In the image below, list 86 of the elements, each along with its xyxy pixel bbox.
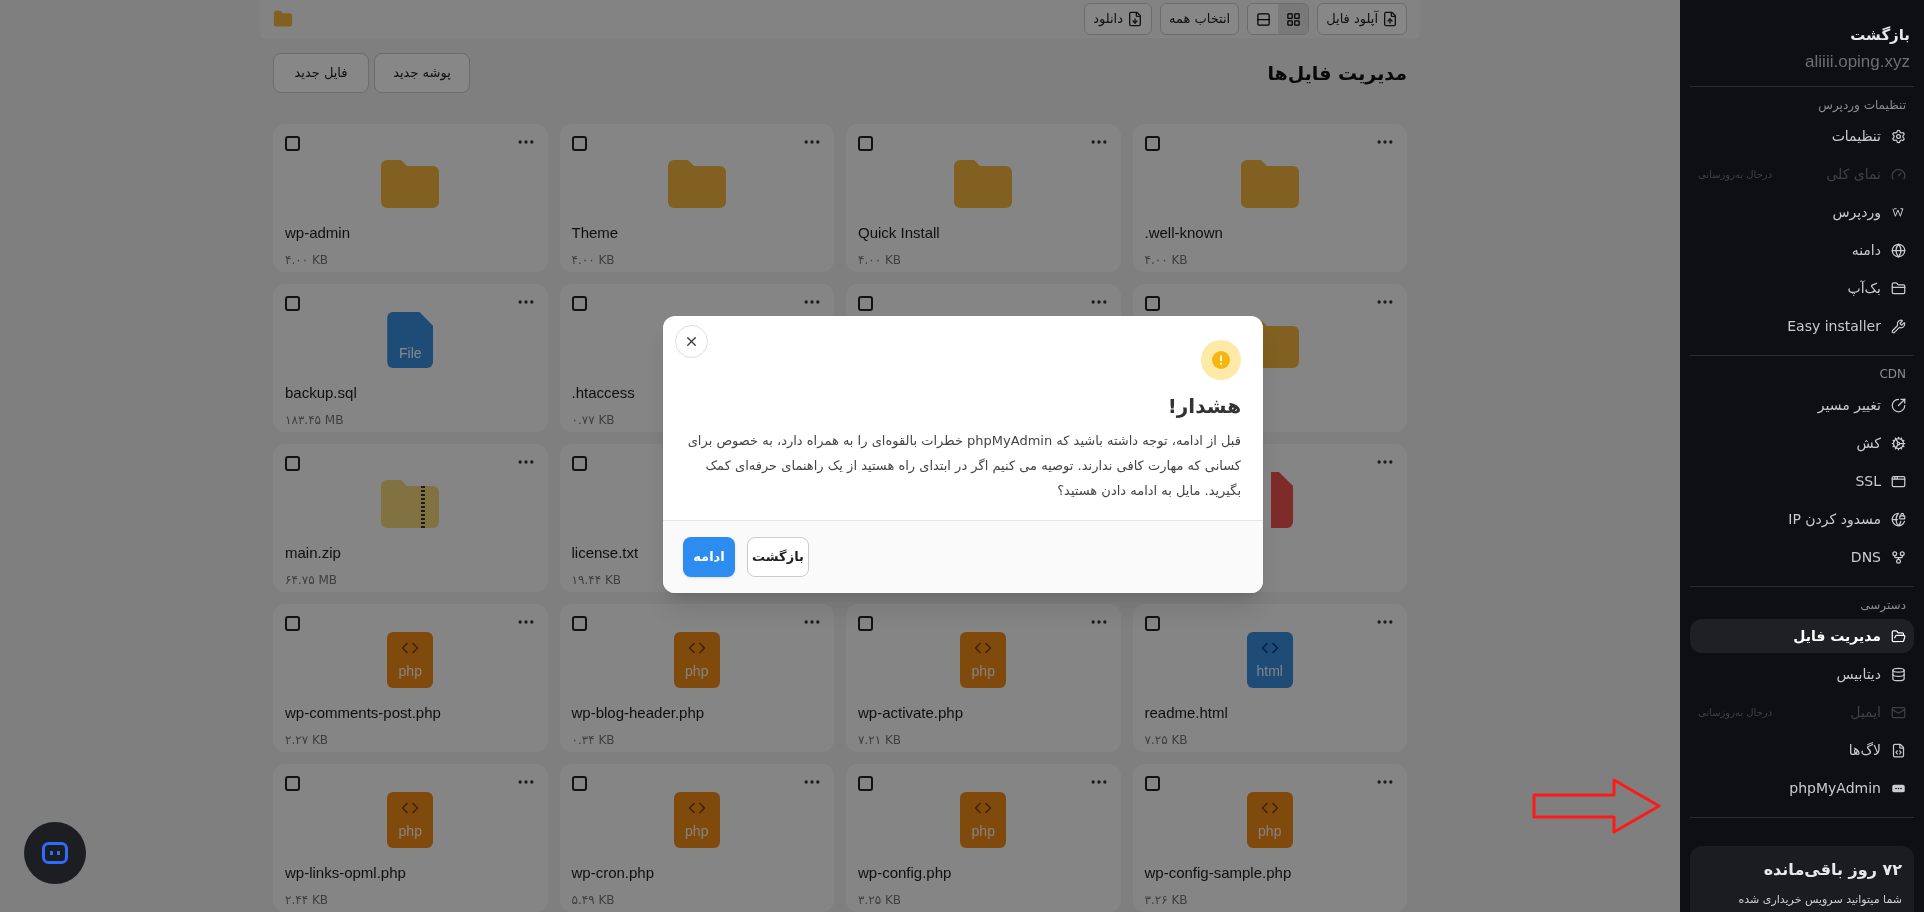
plan-text: شما میتوانید سرویس خریداری شده [1737,892,1902,908]
sidebar-item-label: phpMyAdmin [1789,778,1881,798]
file-size: ۳.۲۶ KB [1144,891,1188,909]
file-name: license.txt [571,543,639,563]
sidebar-item[interactable]: کش [1690,426,1914,460]
file-size: ۱۹.۴۴ KB [571,571,621,589]
file-name: Quick Install [858,223,940,243]
file-name: main.zip [285,543,341,563]
sidebar-item[interactable]: بک‌آپ [1690,271,1914,305]
sidebar-item-label: DNS [1850,547,1881,567]
back-link[interactable]: بازگشت [1850,24,1910,47]
file-size: ۶۴.۷۵ MB [285,571,337,589]
sidebar-item-label: وردپرس [1832,202,1881,223]
file-name: readme.html [1144,703,1228,723]
sidebar-item-label: تنظیمات [1831,126,1881,146]
file-size: ۱۸۳.۴۵ MB [285,411,344,429]
sidebar-item[interactable]: دامنه [1690,233,1914,267]
file-size: ۰.۷۷ KB [571,411,615,429]
php-file-icon: php [673,632,720,688]
file-size: ۴.۰۰ KB [571,251,615,269]
new-item-button[interactable]: پوشه جدید [374,53,470,93]
sidebar-item[interactable]: وردپرس [1690,195,1914,229]
file-name: wp-admin [285,223,351,243]
sidebar-item-label: SSL [1855,471,1881,491]
php-file-icon: php [960,792,1007,848]
file-name: .well-known [1144,223,1223,243]
file-size: ۳.۲۵ KB [858,891,902,909]
file-name: wp-blog-header.php [571,703,705,723]
sidebar-item[interactable]: phpMyAdmin [1690,771,1914,805]
sidebar-item[interactable]: DNS [1690,540,1914,574]
file-icon: File [387,312,434,368]
sidebar-item[interactable]: Easy installer [1690,309,1914,343]
file-name: wp-cron.php [571,863,655,883]
dialog-message: قبل از ادامه، توجه داشته باشید که phpMyAdmin خطرات بالقوه‌ای را به همراه دارد، به خصوص برای کسانی که مهارت کافی ندارند. توصیه می کنیم اگر در ابتدای راه هستید از یک راهنمای حرفه‌ای کمک بگیرید. مایل به ادامه دادن هستید؟ [686,432,1241,500]
php-file-icon: php [387,632,434,688]
php-file-icon: php [387,792,434,848]
sidebar-item[interactable]: مدیریت فایل [1690,619,1914,653]
file-size: ۷.۲۱ KB [858,731,902,749]
file-name: backup.sql [285,383,357,403]
file-name: .htaccess [571,383,635,403]
sidebar-item-label: تغییر مسیر [1817,395,1881,416]
sidebar-item-label: مسدود کردن IP [1788,509,1881,530]
php-file-icon: php [960,632,1007,688]
file-size: ۲.۲۷ KB [285,731,329,749]
file-size: ۰.۳۴ KB [571,731,615,749]
sidebar-item-label: بک‌آپ [1847,278,1881,298]
section-header: دسترسی [1859,597,1907,614]
file-size: ۴.۰۰ KB [1144,251,1188,269]
sidebar-item-label: Easy installer [1787,316,1881,336]
dialog-title: هشدار! [1166,393,1241,420]
file-name: Theme [571,223,619,243]
sidebar-item-label: دیتابیس [1836,664,1881,685]
sidebar-item[interactable]: لاگ‌ها [1690,733,1914,767]
new-item-button[interactable]: فایل جدید [273,53,369,93]
file-size: ۴.۰۰ KB [285,251,329,269]
file-size: ۲.۴۴ KB [285,891,329,909]
sidebar-item[interactable]: مسدود کردن IP [1690,502,1914,536]
sidebar-item-label: مدیریت فایل [1793,626,1881,647]
sidebar-item[interactable]: تغییر مسیر [1690,388,1914,422]
plan-title: ۷۲ روز باقی‌مانده [1762,859,1902,881]
file-size: ۷.۲۵ KB [1144,731,1188,749]
sidebar-item-label: دامنه [1851,240,1881,260]
file-name: wp-links-opml.php [285,863,406,883]
file-name: wp-comments-post.php [285,703,441,723]
file-name: wp-config.php [858,863,952,883]
upload-button[interactable]: آپلود فایل [1317,3,1407,35]
back-button[interactable]: بازگشت [747,537,809,577]
page-title: مدیریت فایل‌ها [1267,60,1407,87]
file-name: wp-config-sample.php [1144,863,1292,883]
sidebar-item[interactable]: SSL [1690,464,1914,498]
download-button[interactable]: دانلود [1084,3,1152,35]
file-size: ۴.۰۰ KB [858,251,902,269]
file-name: wp-activate.php [858,703,964,723]
sidebar-item[interactable]: دیتابیس [1690,657,1914,691]
php-file-icon: php [1246,792,1293,848]
select-all-button[interactable]: انتخاب همه [1159,3,1240,35]
html-file-icon: html [1246,632,1293,688]
php-file-icon: php [673,792,720,848]
domain-name: aliiii.oping.xyz [1804,50,1911,73]
sidebar-item[interactable]: تنظیمات [1690,119,1914,153]
section-header: CDN [1878,366,1907,383]
sidebar-item-label: لاگ‌ها [1848,740,1881,760]
file-size: ۵.۴۹ KB [571,891,615,909]
continue-button[interactable]: ادامه [683,537,735,577]
sidebar-item-label: کش [1856,433,1881,454]
section-header: تنظیمات وردپرس [1817,97,1907,114]
